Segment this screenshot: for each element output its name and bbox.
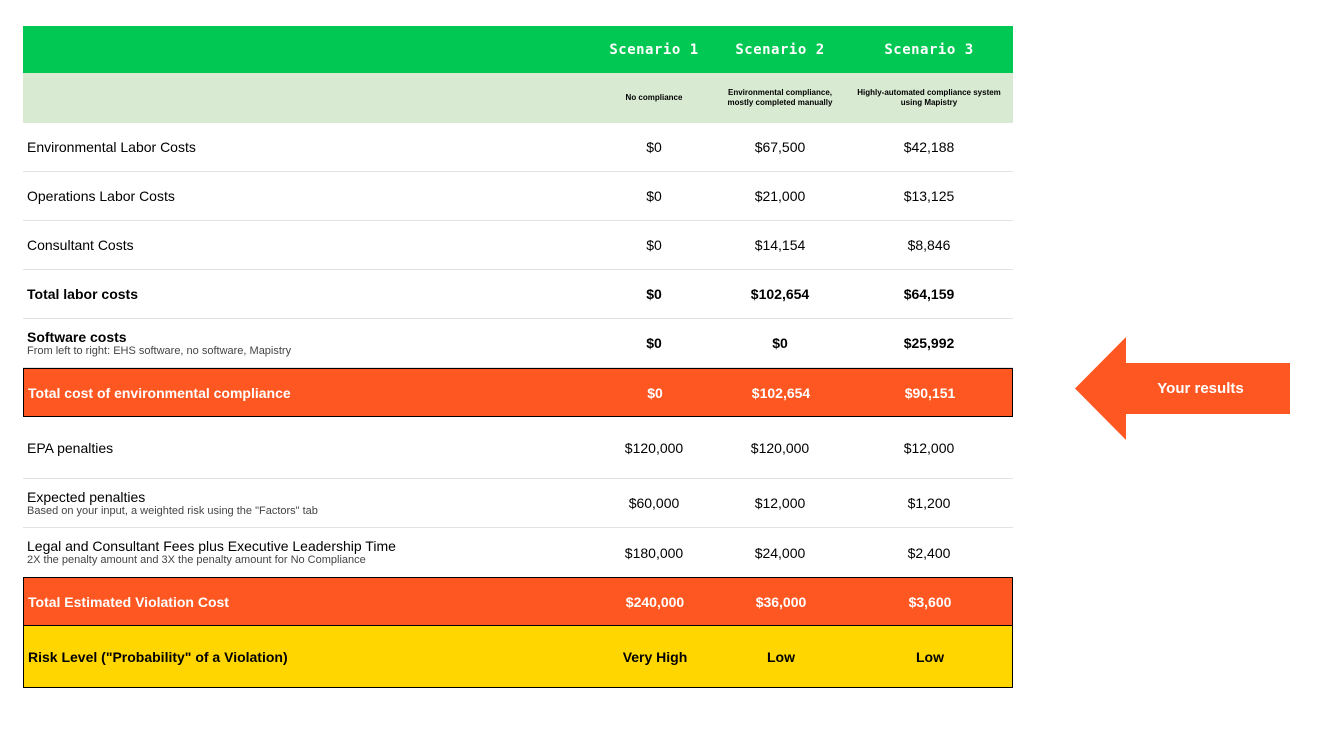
scenario-2-value: $21,000	[754, 188, 806, 204]
software-costs-row: Software costs From left to right: EHS s…	[23, 319, 1013, 368]
row-label: EPA penalties	[27, 439, 114, 456]
scenario-3-value: $12,000	[903, 439, 955, 456]
total-compliance-cost-row: Total cost of environmental compliance $…	[23, 368, 1013, 417]
scenario-1-value: $180,000	[624, 544, 684, 561]
header-row: Scenario 1 Scenario 2 Scenario 3	[23, 26, 1013, 73]
scenario-1-value: $0	[646, 188, 662, 204]
row-label-group: Legal and Consultant Fees plus Executive…	[23, 538, 591, 567]
scenario-2-value: $102,654	[750, 286, 810, 302]
row-label: Expected penalties	[27, 488, 146, 505]
scenario-1-description: No compliance	[625, 93, 683, 102]
scenario-1-value: $0	[646, 286, 662, 302]
scenario-2-value: $36,000	[755, 593, 807, 610]
row-label: Total cost of environmental compliance	[28, 384, 291, 401]
scenario-3-value: $90,151	[904, 384, 956, 401]
scenario-3-heading: Scenario 3	[884, 41, 974, 58]
scenario-1-value: $0	[646, 139, 662, 155]
row-label: Consultant Costs	[27, 237, 134, 253]
scenario-2-value: Low	[767, 648, 795, 665]
row-label: Total Estimated Violation Cost	[28, 593, 229, 610]
row-label-group: Software costs From left to right: EHS s…	[23, 328, 591, 357]
row-note: Based on your input, a weighted risk usi…	[27, 504, 318, 517]
row-label: Total labor costs	[27, 286, 138, 302]
table-row: EPA penalties $120,000 $120,000 $12,000	[23, 417, 1013, 479]
scenario-3-value: $42,188	[903, 139, 955, 155]
scenario-1-value: $0	[647, 384, 663, 401]
table-row: Expected penalties Based on your input, …	[23, 479, 1013, 528]
scenario-2-value: $102,654	[751, 384, 811, 401]
scenario-2-value: $14,154	[754, 237, 806, 253]
scenario-3-value: Low	[916, 648, 944, 665]
total-labor-costs-row: Total labor costs $0 $102,654 $64,159	[23, 270, 1013, 319]
cost-comparison-table: Scenario 1 Scenario 2 Scenario 3 No comp…	[23, 26, 1013, 688]
scenario-3-value: $25,992	[903, 335, 955, 351]
table-row: Consultant Costs $0 $14,154 $8,846	[23, 221, 1013, 270]
row-note: 2X the penalty amount and 3X the penalty…	[27, 554, 366, 566]
row-note: From left to right: EHS software, no sof…	[27, 344, 292, 357]
scenario-3-description: Highly-automated compliance system using…	[857, 88, 1001, 107]
row-label-group: Expected penalties Based on your input, …	[23, 488, 591, 517]
your-results-label: Your results	[1157, 379, 1244, 397]
scenario-3-value: $3,600	[908, 593, 952, 610]
total-violation-cost-row: Total Estimated Violation Cost $240,000 …	[23, 577, 1013, 626]
row-label: Operations Labor Costs	[27, 188, 175, 204]
subheader-row: No compliance Environmental compliance, …	[23, 73, 1013, 123]
scenario-2-value: $12,000	[754, 495, 806, 511]
table-row: Operations Labor Costs $0 $21,000 $13,12…	[23, 172, 1013, 221]
scenario-2-value: $0	[772, 335, 788, 351]
scenario-3-value: $13,125	[903, 188, 955, 204]
scenario-2-value: $67,500	[754, 139, 806, 155]
scenario-3-value: $8,846	[907, 237, 951, 253]
scenario-2-description: Environmental compliance, mostly complet…	[727, 88, 833, 107]
scenario-1-value: $60,000	[628, 495, 680, 511]
scenario-3-value: $2,400	[907, 544, 951, 561]
scenario-1-value: $0	[646, 237, 662, 253]
row-label: Environmental Labor Costs	[27, 139, 196, 155]
scenario-2-heading: Scenario 2	[735, 41, 825, 58]
row-label: Legal and Consultant Fees plus Executive…	[27, 538, 396, 554]
table-row: Legal and Consultant Fees plus Executive…	[23, 528, 1013, 577]
row-label: Risk Level ("Probability" of a Violation…	[28, 648, 288, 665]
scenario-1-value: $0	[646, 335, 662, 351]
scenario-3-value: $1,200	[907, 495, 951, 511]
scenario-2-value: $120,000	[750, 439, 810, 456]
scenario-2-value: $24,000	[754, 544, 806, 561]
row-label: Software costs	[27, 328, 127, 345]
risk-level-row: Risk Level ("Probability" of a Violation…	[23, 626, 1013, 688]
scenario-1-heading: Scenario 1	[609, 41, 699, 58]
scenario-1-value: $120,000	[624, 439, 684, 456]
table-row: Environmental Labor Costs $0 $67,500 $42…	[23, 123, 1013, 172]
scenario-1-value: $240,000	[625, 593, 685, 610]
scenario-3-value: $64,159	[903, 286, 955, 302]
scenario-1-value: Very High	[622, 648, 688, 665]
